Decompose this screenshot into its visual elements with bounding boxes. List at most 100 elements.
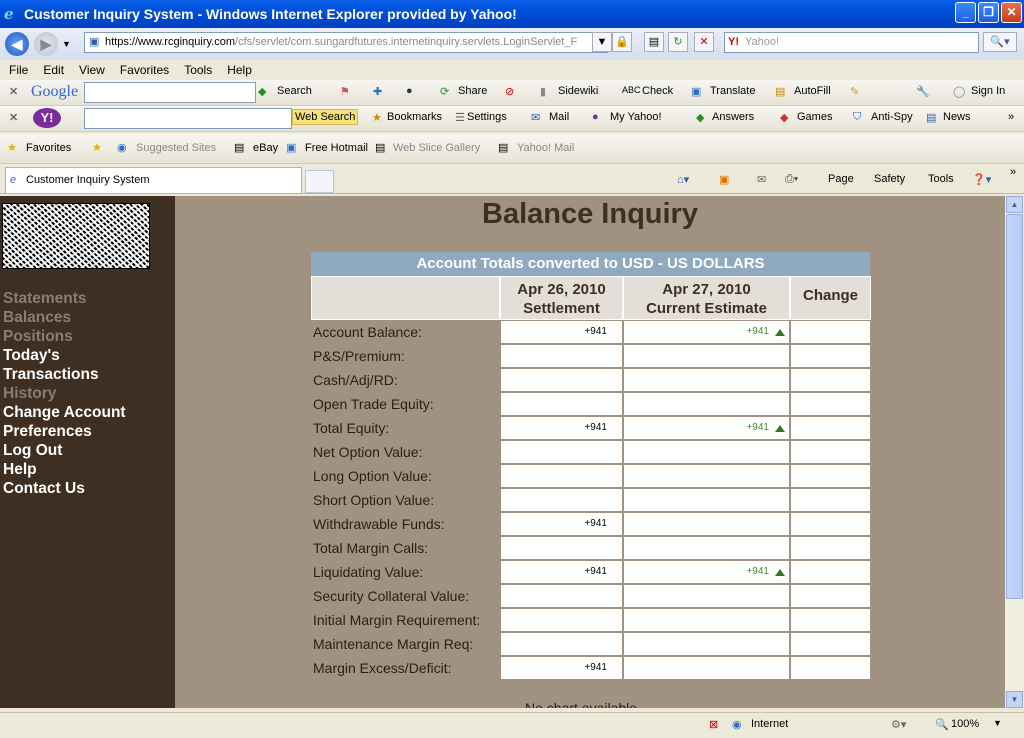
search-input[interactable]: Y! Yahoo! bbox=[724, 32, 979, 53]
sidebar-item-transactions[interactable]: Transactions bbox=[3, 365, 126, 384]
pencil-icon[interactable]: ✎ bbox=[850, 85, 859, 98]
scroll-thumb[interactable] bbox=[1006, 214, 1023, 599]
news-button[interactable]: News bbox=[943, 111, 971, 123]
menu-view[interactable]: View bbox=[79, 63, 105, 77]
sidewiki-button[interactable]: Sidewiki bbox=[558, 85, 598, 97]
bookmark-icon[interactable]: ⚑ bbox=[340, 85, 350, 98]
back-button[interactable]: ◀ bbox=[5, 32, 29, 56]
google-search-input[interactable] bbox=[84, 82, 256, 103]
change-value bbox=[790, 536, 871, 560]
autofill-icon: ▤ bbox=[775, 86, 786, 98]
tab-customer-inquiry[interactable]: e Customer Inquiry System bbox=[5, 167, 302, 193]
plus-icon[interactable]: ✚ bbox=[373, 85, 382, 98]
ie-icon: e bbox=[4, 5, 14, 23]
menu-favorites[interactable]: Favorites bbox=[120, 63, 169, 77]
share-icon: ⟳ bbox=[440, 86, 450, 98]
sidebar-item-change-account[interactable]: Change Account bbox=[3, 403, 126, 422]
toolbar-overflow-icon[interactable]: » bbox=[1008, 111, 1014, 123]
satellite-icon[interactable]: ● bbox=[406, 85, 413, 97]
estimate-cell bbox=[623, 344, 790, 368]
hotmail-link[interactable]: Free Hotmail bbox=[305, 142, 368, 154]
web-slice-gallery-link[interactable]: Web Slice Gallery bbox=[393, 142, 480, 154]
add-favorite-icon[interactable]: ★ bbox=[92, 141, 102, 154]
stop-icon[interactable]: ✕ bbox=[694, 32, 714, 52]
maximize-button[interactable]: ❐ bbox=[978, 2, 999, 23]
print-icon[interactable]: ⎙▾ bbox=[785, 173, 798, 186]
protected-mode-icon[interactable]: ⚙▾ bbox=[891, 718, 906, 731]
mail-icon: ✉ bbox=[531, 112, 541, 124]
suggested-sites-link[interactable]: Suggested Sites bbox=[136, 142, 216, 154]
yahoo-search-input[interactable] bbox=[84, 108, 292, 129]
menu-help[interactable]: Help bbox=[227, 63, 252, 77]
sidebar-nav: Statements Balances Positions Today's Transa… bbox=[3, 289, 126, 498]
web-search-button[interactable]: Web Search bbox=[292, 109, 359, 125]
menu-tools[interactable]: Tools bbox=[184, 63, 212, 77]
compatibility-icon[interactable]: ▤ bbox=[644, 32, 664, 52]
page-menu[interactable]: Page bbox=[828, 173, 854, 185]
lock-icon[interactable]: 🔒 bbox=[612, 32, 632, 52]
read-mail-icon[interactable]: ✉ bbox=[757, 173, 766, 186]
safety-menu[interactable]: Safety bbox=[874, 173, 905, 185]
refresh-icon[interactable]: ↻ bbox=[668, 32, 688, 52]
menu-edit[interactable]: Edit bbox=[43, 63, 64, 77]
scroll-up-button[interactable]: ▲ bbox=[1006, 196, 1023, 213]
zoom-level[interactable]: 100% bbox=[951, 718, 979, 730]
translate-button[interactable]: Translate bbox=[710, 85, 755, 97]
my-yahoo-button[interactable]: My Yahoo! bbox=[610, 111, 662, 123]
sidebar-item-preferences[interactable]: Preferences bbox=[3, 422, 126, 441]
settings-button[interactable]: Settings bbox=[467, 111, 507, 123]
sidebar-item-today-s[interactable]: Today's bbox=[3, 346, 126, 365]
up-arrow-icon bbox=[775, 569, 785, 576]
new-tab-button[interactable] bbox=[305, 170, 334, 193]
minimize-button[interactable]: _ bbox=[955, 2, 976, 23]
yahoo-logo[interactable]: Y! bbox=[33, 108, 61, 128]
google-search-button[interactable]: Search bbox=[277, 85, 312, 97]
tools-menu[interactable]: Tools bbox=[928, 173, 954, 185]
help-icon[interactable]: ❓▾ bbox=[972, 173, 991, 186]
favorites-button[interactable]: Favorites bbox=[26, 142, 71, 154]
sign-in-button[interactable]: Sign In bbox=[971, 85, 1005, 97]
check-button[interactable]: Check bbox=[642, 85, 673, 97]
answers-button[interactable]: Answers bbox=[712, 111, 754, 123]
search-icon[interactable]: 🔍▾ bbox=[983, 32, 1017, 52]
table-row: Total Equity: +941 +941 bbox=[311, 416, 871, 440]
feeds-icon[interactable]: ▣ bbox=[719, 173, 729, 186]
settlement-value bbox=[500, 632, 623, 656]
change-value bbox=[790, 512, 871, 536]
home-icon[interactable]: ⌂▾ bbox=[677, 173, 689, 186]
table-row: Net Option Value: bbox=[311, 440, 871, 464]
vertical-scrollbar[interactable]: ▲ ▼ bbox=[1005, 196, 1024, 708]
blocked-icon[interactable]: ⊠ bbox=[709, 718, 718, 731]
zoom-dropdown[interactable]: ▼ bbox=[993, 718, 1002, 728]
estimate-cell bbox=[623, 536, 790, 560]
close-toolbar-icon[interactable]: ✕ bbox=[9, 85, 18, 98]
row-label: Long Option Value: bbox=[313, 468, 432, 484]
bookmarks-button[interactable]: Bookmarks bbox=[387, 111, 442, 123]
url-path: /cfs/servlet/com.sungardfutures.internet… bbox=[235, 36, 578, 48]
menu-file[interactable]: File bbox=[9, 63, 28, 77]
command-overflow-icon[interactable]: » bbox=[1010, 166, 1016, 178]
close-toolbar-icon[interactable]: ✕ bbox=[9, 111, 18, 124]
estimate-cell: +941 bbox=[623, 416, 790, 440]
address-dropdown[interactable]: ▼ bbox=[592, 32, 612, 52]
anti-spy-button[interactable]: Anti-Spy bbox=[871, 111, 913, 123]
sidebar-item-contact-us[interactable]: Contact Us bbox=[3, 479, 126, 498]
close-button[interactable]: ✕ bbox=[1001, 2, 1022, 23]
recent-pages-dropdown[interactable]: ▼ bbox=[62, 39, 71, 49]
wrench-icon[interactable]: 🔧 bbox=[916, 85, 930, 98]
ebay-link[interactable]: eBay bbox=[253, 142, 278, 154]
forward-button[interactable]: ▶ bbox=[34, 32, 58, 56]
autofill-button[interactable]: AutoFill bbox=[794, 85, 831, 97]
games-button[interactable]: Games bbox=[797, 111, 832, 123]
tab-title: Customer Inquiry System bbox=[26, 174, 150, 186]
yahoo-mail-link[interactable]: Yahoo! Mail bbox=[517, 142, 574, 154]
sidebar-item-help[interactable]: Help bbox=[3, 460, 126, 479]
popup-blocker-icon[interactable]: ⊘ bbox=[505, 85, 514, 98]
sidebar-item-log-out[interactable]: Log Out bbox=[3, 441, 126, 460]
settlement-value: +941 bbox=[500, 416, 623, 440]
menu-bar: File Edit View Favorites Tools Help bbox=[0, 60, 1024, 80]
share-button[interactable]: Share bbox=[458, 85, 487, 97]
mail-button[interactable]: Mail bbox=[549, 111, 569, 123]
address-field[interactable]: ▣ https://www.rcginquiry.com/cfs/servlet… bbox=[84, 32, 608, 53]
scroll-down-button[interactable]: ▼ bbox=[1006, 691, 1023, 708]
